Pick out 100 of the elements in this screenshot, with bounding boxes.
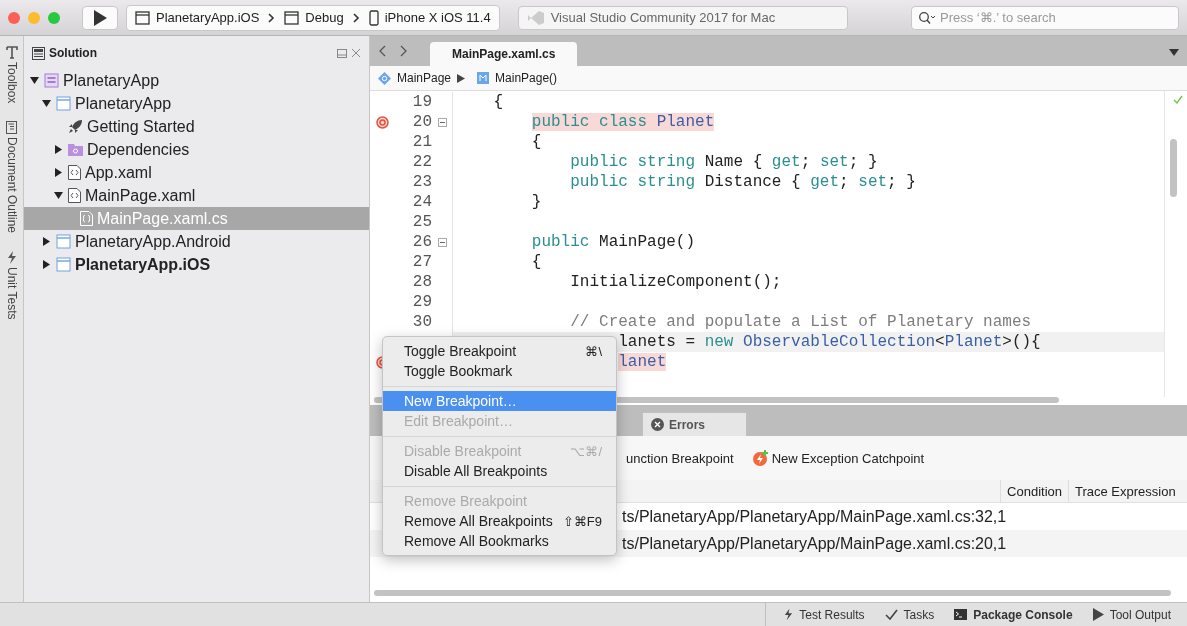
- collapse-arrow-icon[interactable]: [41, 99, 51, 108]
- tree-item-label: Getting Started: [87, 117, 195, 136]
- run-button[interactable]: [82, 5, 118, 30]
- window-icon: [135, 10, 150, 25]
- tree-item-label: MainPage.xaml: [85, 186, 196, 205]
- scrollbar-thumb[interactable]: [374, 590, 1171, 596]
- pad-title: Solution: [49, 46, 97, 60]
- breadcrumb-item[interactable]: MainPage: [397, 71, 452, 85]
- line-number: 25: [412, 213, 432, 231]
- phone-icon: [368, 9, 379, 26]
- play-icon: [1092, 608, 1104, 621]
- menu-item[interactable]: Toggle Breakpoint ⌘\: [383, 341, 616, 361]
- project-icon: [56, 257, 71, 272]
- side-pad-tab[interactable]: Unit Tests: [4, 267, 19, 320]
- method-icon: [477, 72, 490, 84]
- chevron-icon: [352, 12, 360, 23]
- collapse-arrow-icon[interactable]: [29, 76, 39, 85]
- forward-icon[interactable]: [399, 45, 408, 57]
- tree-item[interactable]: PlanetaryApp: [24, 69, 369, 92]
- line-number: 22: [412, 153, 432, 171]
- code-text: {: [530, 133, 542, 151]
- tree-item[interactable]: MainPage.xaml: [24, 184, 369, 207]
- line-number: 30: [412, 313, 432, 331]
- toolbox-icon[interactable]: [5, 46, 18, 59]
- code-text: public string Distance { get; set; }: [569, 173, 916, 191]
- dropdown-icon[interactable]: [1169, 49, 1179, 57]
- status-bar-button[interactable]: Test Results: [778, 607, 871, 622]
- configuration-label: iPhone X iOS 11.4: [384, 10, 491, 25]
- fold-icon[interactable]: [437, 237, 447, 247]
- error-icon: [651, 418, 664, 431]
- code-text: public class Planet: [530, 113, 715, 131]
- line-number: 28: [412, 273, 432, 291]
- check-icon: [884, 609, 898, 620]
- play-icon: [92, 8, 108, 27]
- rocket-icon: [68, 119, 83, 134]
- tree-item-label: App.xaml: [85, 163, 152, 182]
- console-icon: [954, 609, 968, 620]
- project-icon: [56, 96, 71, 111]
- table-cell: ts/PlanetaryApp/PlanetaryApp/MainPage.xaml.cs:32,1: [622, 507, 1007, 526]
- expand-arrow-icon[interactable]: [53, 168, 63, 177]
- line-number: 26: [412, 233, 432, 251]
- code-text: {: [530, 253, 542, 271]
- configuration-label: PlanetaryApp.iOS: [156, 10, 260, 25]
- column-header[interactable]: Condition: [1000, 480, 1068, 502]
- code-file-icon: [68, 165, 81, 180]
- close-icon[interactable]: [351, 48, 361, 58]
- menu-item[interactable]: Remove All Breakpoints ⇧⌘F9: [383, 511, 616, 531]
- tree-item-label: MainPage.xaml.cs: [97, 209, 228, 228]
- status-bar-button[interactable]: Tool Output: [1086, 607, 1177, 622]
- line-number: 23: [412, 173, 432, 191]
- check-icon: [1173, 95, 1183, 104]
- tree-item[interactable]: Getting Started: [24, 115, 369, 138]
- menu-item[interactable]: Disable All Breakpoints: [383, 461, 616, 481]
- code-text: }: [530, 193, 542, 211]
- breadcrumb-item[interactable]: MainPage(): [495, 71, 558, 85]
- tree-item[interactable]: PlanetaryApp.Android: [24, 230, 369, 253]
- solution-icon: [44, 73, 59, 88]
- tree-item[interactable]: PlanetaryApp.iOS: [24, 253, 369, 276]
- expand-arrow-icon[interactable]: [41, 260, 51, 269]
- tree-item-label: PlanetaryApp: [75, 94, 172, 113]
- search-field[interactable]: Press ‘⌘.’ to search: [911, 5, 1179, 30]
- logo-icon: [526, 9, 545, 26]
- line-number: 19: [412, 93, 432, 111]
- project-icon: [56, 234, 71, 249]
- menu-item[interactable]: Toggle Bookmark: [383, 361, 616, 381]
- configuration-label: Debug: [305, 10, 344, 25]
- fold-icon[interactable]: [437, 117, 447, 127]
- status-bar-button[interactable]: Tasks: [878, 607, 941, 622]
- collapse-arrow-icon[interactable]: [53, 191, 63, 200]
- outline-icon[interactable]: [6, 121, 17, 135]
- chevron-icon: [268, 12, 276, 23]
- expand-arrow-icon[interactable]: [53, 145, 63, 154]
- scrollbar-thumb[interactable]: [1170, 139, 1177, 197]
- toolbar-button[interactable]: New Exception Catchpoint: [747, 449, 929, 467]
- class-icon: [378, 71, 391, 85]
- breakpoint-icon[interactable]: [375, 115, 389, 129]
- configuration-selector[interactable]: PlanetaryApp.iOS Debug iPhone X iOS 11.4: [126, 4, 500, 31]
- tree-item-label: Dependencies: [87, 140, 190, 159]
- editor-tab[interactable]: MainPage.xaml.cs: [430, 42, 578, 66]
- code-text: lanets = new ObservableCollection<Planet>(){: [617, 333, 1041, 351]
- line-number: 21: [412, 133, 432, 151]
- tree-item[interactable]: App.xaml: [24, 161, 369, 184]
- line-number: 24: [412, 193, 432, 211]
- dock-icon[interactable]: [337, 48, 347, 58]
- lightning-icon[interactable]: [6, 251, 17, 265]
- column-header[interactable]: Trace Expression: [1068, 480, 1187, 502]
- toolbar-button[interactable]: unction Breakpoint: [622, 450, 738, 466]
- pad-tab[interactable]: Errors: [642, 412, 747, 436]
- side-pad-tab[interactable]: Document Outline: [4, 137, 19, 234]
- code-text: public string Name { get; set; }: [569, 153, 878, 171]
- code-file-icon: [80, 211, 93, 226]
- expand-arrow-icon[interactable]: [41, 237, 51, 246]
- table-cell: ts/PlanetaryApp/PlanetaryApp/MainPage.xaml.cs:20,1: [622, 534, 1007, 553]
- tree-item-label: PlanetaryApp.Android: [75, 232, 231, 251]
- tree-item[interactable]: PlanetaryApp: [24, 92, 369, 115]
- menu-item[interactable]: Remove All Bookmarks: [383, 531, 616, 551]
- status-bar-button[interactable]: Package Console: [948, 607, 1079, 622]
- tree-item[interactable]: Dependencies: [24, 138, 369, 161]
- side-pad-tab[interactable]: Toolbox: [4, 62, 19, 104]
- back-icon[interactable]: [378, 45, 387, 57]
